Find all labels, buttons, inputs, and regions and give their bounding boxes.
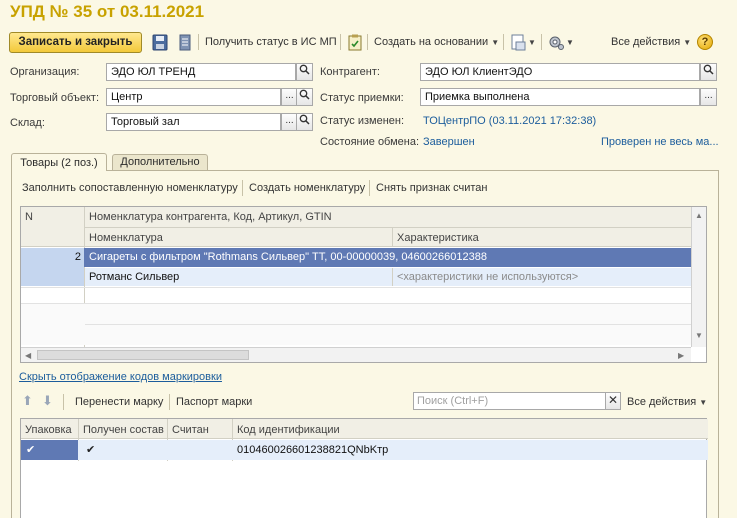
move-mark-button[interactable]: Перенести марку xyxy=(75,396,163,408)
status-changed-label: Статус изменен: xyxy=(320,115,405,127)
chevron-down-icon: ▼ xyxy=(491,38,500,47)
ellipsis-icon: ... xyxy=(704,90,713,101)
chevron-down-icon: ▼ xyxy=(699,398,708,407)
scroll-up-icon[interactable]: ▲ xyxy=(695,211,703,220)
marking-codes-table[interactable]: Упаковка Получен состав Считан Код идент… xyxy=(20,418,708,518)
tab-goods[interactable]: Товары (2 поз.) xyxy=(11,153,107,171)
chevron-down-icon: ▼ xyxy=(528,38,536,47)
acceptance-status-label: Статус приемки: xyxy=(320,92,404,104)
exchange-state-link[interactable]: Завершен xyxy=(423,136,475,148)
warehouse-search-button[interactable] xyxy=(296,113,313,131)
get-status-button[interactable]: Получить статус в ИС МП xyxy=(205,36,337,48)
ellipsis-icon: ... xyxy=(285,115,294,126)
hide-marking-codes-link[interactable]: Скрыть отображение кодов маркировки xyxy=(19,371,222,383)
organization-field[interactable]: ЭДО ЮЛ ТРЕНД xyxy=(106,63,296,81)
search-icon xyxy=(299,64,310,75)
arrow-down-icon[interactable]: ⬇ xyxy=(42,393,53,409)
column-header-n[interactable]: N xyxy=(25,211,33,223)
acceptance-status-select-button[interactable]: ... xyxy=(700,88,717,106)
print-dropdown[interactable]: ▼ xyxy=(528,36,536,48)
counterparty-field[interactable]: ЭДО ЮЛ КлиентЭДО xyxy=(420,63,700,81)
settings-dropdown[interactable]: ▼ xyxy=(566,36,574,48)
save-icon[interactable] xyxy=(151,34,169,51)
column-header-scanned[interactable]: Считан xyxy=(172,424,209,436)
mark-passport-button[interactable]: Паспорт марки xyxy=(176,396,252,408)
horizontal-scrollbar[interactable]: ◀ ▶ xyxy=(21,347,691,362)
row-counterparty-nomenclature: Сигареты с фильтром "Rothmans Сильвер" Т… xyxy=(89,251,487,263)
save-and-close-button[interactable]: Записать и закрыть xyxy=(9,32,142,53)
warehouse-label: Склад: xyxy=(10,117,45,129)
all-actions-label: Все действия xyxy=(611,36,681,48)
column-header-identification-code[interactable]: Код идентификации xyxy=(237,424,340,436)
counterparty-search-button[interactable] xyxy=(700,63,717,81)
create-nomenclature-button[interactable]: Создать номенклатуру xyxy=(249,182,365,194)
create-based-label: Создать на основании xyxy=(374,36,489,48)
clear-search-icon[interactable]: ✕ xyxy=(605,392,621,410)
search-icon xyxy=(299,89,310,100)
identification-code-cell: 010460026601238821QNbKтp xyxy=(237,444,389,456)
print-document-icon[interactable] xyxy=(509,34,527,51)
counterparty-label: Контрагент: xyxy=(320,66,380,78)
scroll-down-icon[interactable]: ▼ xyxy=(695,331,703,340)
tab-additional[interactable]: Дополнительно xyxy=(112,154,208,170)
create-based-on-button[interactable]: Создать на основании ▼ xyxy=(374,36,499,48)
search-icon xyxy=(299,114,310,125)
gear-icon[interactable] xyxy=(547,34,565,51)
all-actions-button[interactable]: Все действия ▼ xyxy=(611,36,691,48)
checked-marks-link[interactable]: Проверен не весь ма... xyxy=(601,136,719,148)
column-header-composition[interactable]: Получен состав xyxy=(83,424,164,436)
status-changed-link[interactable]: ТОЦентрПО (03.11.2021 17:32:38) xyxy=(423,115,596,127)
scroll-thumb[interactable] xyxy=(37,350,249,360)
exchange-state-label: Состояние обмена: xyxy=(320,136,420,148)
trade-object-field[interactable]: Центр xyxy=(106,88,281,106)
search-input[interactable]: Поиск (Ctrl+F) xyxy=(413,392,606,410)
row-number: 2 xyxy=(74,251,81,263)
acceptance-status-field[interactable]: Приемка выполнена xyxy=(420,88,700,106)
column-header-counterparty-nomenclature[interactable]: Номенклатура контрагента, Код, Артикул, … xyxy=(89,211,332,223)
scroll-right-icon[interactable]: ▶ xyxy=(678,351,684,360)
chevron-down-icon: ▼ xyxy=(566,38,574,47)
post-document-icon[interactable] xyxy=(176,34,194,51)
fill-matched-nomenclature-button[interactable]: Заполнить сопоставленную номенклатуру xyxy=(22,182,238,194)
marking-all-actions-label: Все действия xyxy=(627,396,697,408)
packaging-check-icon[interactable]: ✔ xyxy=(26,443,35,456)
column-header-characteristic[interactable]: Характеристика xyxy=(397,232,479,244)
chevron-down-icon: ▼ xyxy=(683,38,692,47)
scroll-left-icon[interactable]: ◀ xyxy=(25,351,31,360)
trade-object-label: Торговый объект: xyxy=(10,92,100,104)
vertical-scrollbar[interactable]: ▲ ▼ xyxy=(691,207,706,347)
composition-check-icon[interactable]: ✔ xyxy=(86,443,95,456)
ellipsis-icon: ... xyxy=(285,90,294,101)
help-icon[interactable]: ? xyxy=(697,34,713,50)
trade-object-search-button[interactable] xyxy=(296,88,313,106)
arrow-up-icon[interactable]: ⬆ xyxy=(22,393,33,409)
search-icon xyxy=(703,64,714,75)
marking-all-actions-button[interactable]: Все действия ▼ xyxy=(627,396,707,408)
warehouse-field[interactable]: Торговый зал xyxy=(106,113,281,131)
row-nomenclature: Ротманс Сильвер xyxy=(89,271,180,283)
column-header-packaging[interactable]: Упаковка xyxy=(25,424,72,436)
column-header-nomenclature[interactable]: Номенклатура xyxy=(89,232,163,244)
clear-scanned-flag-button[interactable]: Снять признак считан xyxy=(376,182,487,194)
organization-label: Организация: xyxy=(10,66,80,78)
clipboard-check-icon[interactable] xyxy=(346,34,364,51)
organization-search-button[interactable] xyxy=(296,63,313,81)
row-characteristic: <характеристики не используются> xyxy=(397,271,579,283)
goods-table[interactable]: N Номенклатура контрагента, Код, Артикул… xyxy=(20,206,707,363)
page-title: УПД № 35 от 03.11.2021 xyxy=(10,2,205,21)
